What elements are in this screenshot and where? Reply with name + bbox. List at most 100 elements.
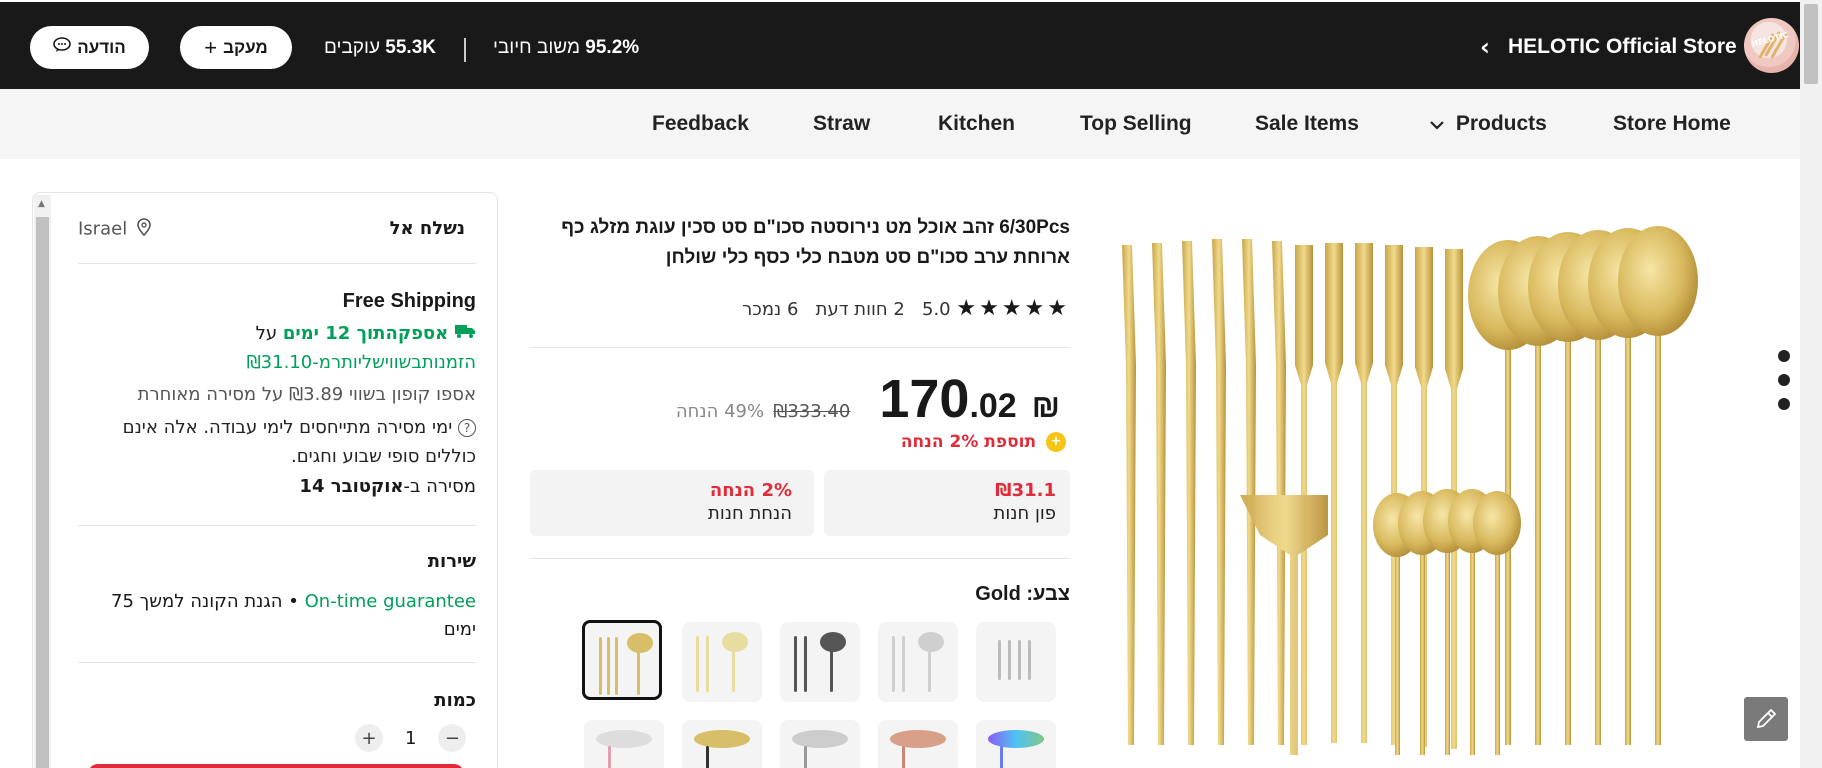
product-main-image[interactable] bbox=[1110, 225, 1720, 768]
star-rating-icon[interactable]: ★★★★★ bbox=[956, 296, 1070, 321]
store-rating: 95.2% משוב חיובי bbox=[493, 37, 639, 59]
price-row: ₪ 170.02 ₪333.40 49% הנחה bbox=[600, 368, 1060, 430]
delivery-date: מסירה ב-אוקטובר 14 bbox=[150, 476, 476, 497]
panel-scrollbar[interactable]: ▲ bbox=[34, 195, 51, 768]
price-integer: 170 bbox=[879, 369, 970, 429]
quantity-stepper: + 1 − bbox=[355, 724, 467, 752]
coupon-value: ₪31.1 bbox=[995, 480, 1056, 501]
nav-store-home[interactable]: Store Home bbox=[1613, 112, 1731, 136]
swatch-shape bbox=[1018, 640, 1021, 680]
delivery-highlight: אספקהתוך 12 ימים bbox=[282, 323, 449, 344]
swatch-shape bbox=[608, 746, 611, 768]
nav-feedback[interactable]: Feedback bbox=[652, 112, 749, 136]
divider bbox=[78, 263, 476, 264]
swatch-shape bbox=[1000, 746, 1003, 768]
store-discount-value: 2% הנחה bbox=[709, 480, 792, 501]
nav-kitchen[interactable]: Kitchen bbox=[938, 112, 1015, 136]
ship-location[interactable]: Israel bbox=[78, 218, 151, 241]
swatch-shape bbox=[804, 636, 807, 692]
follow-button[interactable]: + מעקב bbox=[180, 26, 292, 69]
swatch-shape bbox=[696, 636, 699, 692]
swatch-shape bbox=[706, 636, 709, 692]
nav-sale-items[interactable]: Sale Items bbox=[1255, 112, 1359, 136]
store-discount-card[interactable]: 2% הנחה הנחת חנות bbox=[530, 470, 814, 536]
discount-percent: 49% הנחה bbox=[675, 401, 765, 422]
nav-top-selling[interactable]: Top Selling bbox=[1080, 112, 1192, 136]
chat-bubble-icon bbox=[53, 37, 72, 58]
sold-count: 6 נמכר bbox=[742, 299, 799, 320]
swatch-shape bbox=[902, 636, 905, 692]
color-swatch-gold[interactable] bbox=[582, 620, 662, 700]
store-discount-label: הנחת חנות bbox=[708, 503, 792, 524]
message-label: הודעה bbox=[77, 37, 126, 57]
page-scrollbar[interactable] bbox=[1800, 0, 1822, 768]
current-price: ₪ 170.02 bbox=[864, 369, 1060, 429]
buy-now-button[interactable] bbox=[88, 764, 464, 768]
rating-number: 5.0 bbox=[922, 299, 951, 320]
color-swatch-rose-gold[interactable] bbox=[878, 720, 958, 768]
swatch-shape bbox=[830, 648, 833, 692]
follow-label: מעקב bbox=[223, 37, 268, 57]
delivery-date-value: אוקטובר 14 bbox=[299, 476, 404, 497]
color-swatch-gold-black[interactable] bbox=[682, 720, 762, 768]
chevron-left-icon[interactable]: ‹ bbox=[1480, 33, 1490, 61]
price-decimal: .02 bbox=[969, 387, 1017, 425]
color-swatch-pink-silver[interactable] bbox=[584, 720, 664, 768]
color-swatch-black[interactable] bbox=[780, 622, 860, 702]
panel-scrollbar-thumb[interactable] bbox=[36, 217, 49, 768]
quantity-heading: כמות bbox=[434, 690, 476, 711]
swatch-shape bbox=[596, 730, 652, 748]
color-swatch-silver-white[interactable] bbox=[780, 720, 860, 768]
color-swatch-white[interactable] bbox=[976, 622, 1056, 702]
quantity-value[interactable]: 1 bbox=[405, 728, 416, 749]
nav-products-label: Products bbox=[1455, 112, 1547, 135]
location-pin-icon bbox=[137, 218, 151, 241]
swatch-shape bbox=[627, 633, 653, 653]
extra-discount[interactable]: + תוספת 2% הנחה bbox=[800, 432, 1066, 452]
reviews-link[interactable]: 2 חוות דעת bbox=[816, 299, 905, 320]
swatch-shape bbox=[892, 636, 895, 692]
swatch-shape bbox=[928, 648, 931, 692]
teaspoons bbox=[1373, 489, 1521, 755]
more-options-icon[interactable] bbox=[1778, 350, 1790, 422]
divider bbox=[78, 525, 476, 526]
page-scrollbar-thumb[interactable] bbox=[1804, 4, 1818, 84]
swatch-shape bbox=[988, 730, 1044, 748]
color-swatch-silver[interactable] bbox=[878, 622, 958, 702]
late-delivery-coupon: אספו קופון בשווי ₪3.89 על מסירה מאוחרת bbox=[137, 384, 476, 405]
delivery-date-prefix: מסירה ב- bbox=[403, 476, 476, 497]
divider bbox=[78, 662, 476, 663]
store-coupon-card[interactable]: ₪31.1 פון חנות bbox=[824, 470, 1070, 536]
store-name[interactable]: HELOTIC Official Store bbox=[1508, 35, 1737, 59]
edit-icon[interactable] bbox=[1744, 697, 1788, 741]
chevron-down-icon bbox=[1430, 112, 1450, 136]
nav-straw[interactable]: Straw bbox=[813, 112, 870, 136]
delivery-note: ? ימי מסירה מתייחסים לימי עבודה. אלה אינ… bbox=[90, 413, 476, 471]
color-swatch-light-gold[interactable] bbox=[682, 622, 762, 702]
on-time-guarantee-link[interactable]: On-time guarantee bbox=[305, 591, 476, 612]
coupon-label: פון חנות bbox=[993, 503, 1056, 524]
store-logo[interactable]: HELOTIC bbox=[1744, 18, 1799, 73]
quantity-increase-button[interactable]: + bbox=[355, 724, 383, 752]
store-followers: 55.3K עוקבים bbox=[324, 37, 436, 59]
swatch-shape bbox=[890, 730, 946, 748]
service-text: On-time guarantee • הגנת הקונה למשך 75 י… bbox=[90, 588, 476, 644]
swatch-shape bbox=[1028, 640, 1031, 680]
store-header: HELOTIC HELOTIC Official Store ‹ 95.2% מ… bbox=[0, 2, 1800, 89]
color-swatch-rainbow[interactable] bbox=[976, 720, 1056, 768]
free-shipping-label: Free Shipping bbox=[342, 290, 476, 312]
dot bbox=[1778, 350, 1790, 362]
swatch-shape bbox=[918, 632, 944, 652]
rating-label: משוב חיובי bbox=[493, 37, 580, 58]
location-country: Israel bbox=[78, 218, 128, 240]
extra-discount-label: תוספת 2% הנחה bbox=[900, 432, 1037, 452]
dot bbox=[1778, 398, 1790, 410]
swatch-shape bbox=[615, 637, 618, 695]
message-button[interactable]: הודעה bbox=[30, 26, 149, 69]
nav-products[interactable]: Products bbox=[1430, 112, 1547, 136]
scroll-up-icon[interactable]: ▲ bbox=[38, 199, 45, 209]
swatch-shape bbox=[1008, 640, 1011, 680]
knives bbox=[1122, 239, 1286, 745]
quantity-decrease-button[interactable]: − bbox=[438, 724, 467, 752]
question-circle-icon[interactable]: ? bbox=[458, 419, 476, 437]
